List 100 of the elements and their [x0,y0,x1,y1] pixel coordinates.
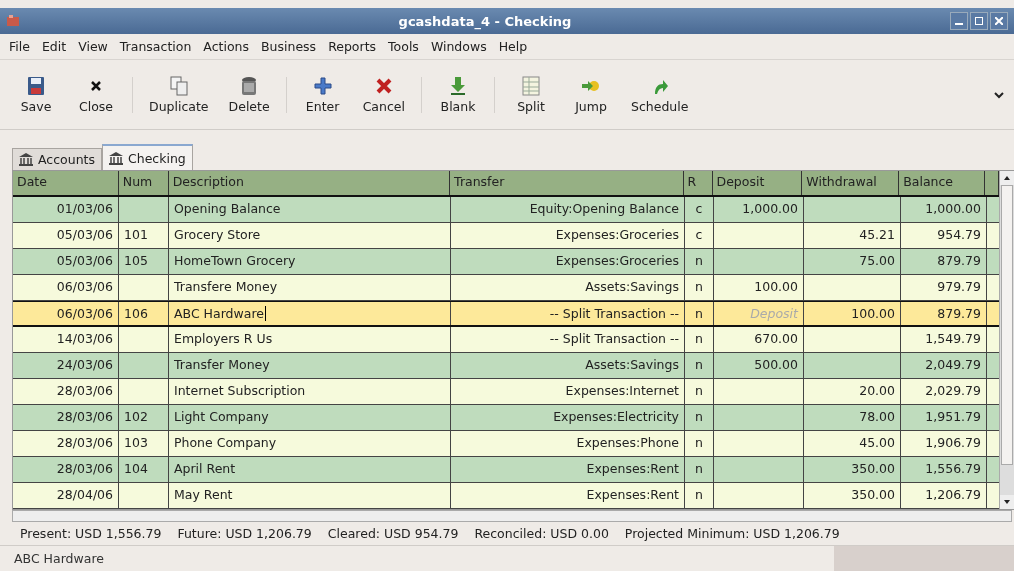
table-cell: 879.79 [937,306,981,321]
vertical-scrollbar[interactable] [999,171,1014,509]
table-cell: Opening Balance [174,201,281,216]
menu-item[interactable]: Tools [383,39,426,54]
table-cell: 45.00 [859,435,895,450]
table-cell: 102 [124,409,148,424]
copy-pages-icon [167,75,190,97]
split-button[interactable]: Split [501,70,561,119]
menu-item[interactable]: Edit [36,39,74,54]
column-header[interactable]: R [683,171,713,195]
table-cell: Internet Subscription [174,383,306,398]
maximize-button[interactable] [970,12,988,30]
column-header[interactable]: Withdrawal [802,171,900,195]
table-cell: 1,906.79 [925,435,981,450]
menu-item[interactable]: Actions [198,39,256,54]
table-cell: 103 [124,435,148,450]
table-cell: 1,556.79 [925,461,981,476]
table-cell: 75.00 [859,253,895,268]
table-cell: n [695,306,703,321]
column-header[interactable]: Transfer [450,171,684,195]
column-header[interactable]: Date [13,171,119,195]
column-header[interactable]: Balance [899,171,985,195]
save-button[interactable]: Save [6,70,66,119]
table-cell: n [695,253,703,268]
menu-item[interactable]: Reports [323,39,384,54]
close-button[interactable] [990,12,1008,30]
table-cell: Expenses:Groceries [555,227,679,242]
duplicate-button[interactable]: Duplicate [139,70,219,119]
table-cell: 1,951.79 [925,409,981,424]
table-cell: Expenses:Phone [576,435,679,450]
column-header[interactable]: Description [168,171,451,195]
tab[interactable]: Checking [102,144,193,170]
schedule-button[interactable]: Schedule [621,70,699,119]
table-cell: May Rent [174,487,233,502]
close-button[interactable]: Close [66,70,126,119]
menu-item[interactable]: Transaction [114,39,199,54]
table-icon [520,75,542,97]
horizontal-scrollbar[interactable] [12,510,1012,522]
delete-button[interactable]: Delete [218,70,280,119]
menu-item[interactable]: Business [256,39,324,54]
plus-icon [311,75,334,97]
tab[interactable]: Accounts [12,148,102,170]
table-cell: 20.00 [859,383,895,398]
bank-icon [109,151,123,165]
table-cell: 500.00 [754,357,798,372]
minimize-button[interactable] [950,12,968,30]
table-cell: Expenses:Rent [586,487,679,502]
table-cell: 101 [124,227,148,242]
menu-item[interactable]: View [73,39,115,54]
chevron-down-icon[interactable] [994,90,1004,99]
summary-text: Future: USD 1,206.79 [177,526,312,543]
table-cell: 2,049.79 [925,357,981,372]
status-text: ABC Hardware [14,551,104,566]
jump-button[interactable]: Jump [561,70,621,119]
table-cell: Assets:Savings [585,279,679,294]
scroll-up-icon[interactable] [1000,171,1014,185]
table-cell: 100.00 [754,279,798,294]
menu-item[interactable]: File [4,39,37,54]
scroll-down-icon[interactable] [1000,495,1014,509]
table-cell: 05/03/06 [56,253,113,268]
table-cell: -- Split Transaction -- [549,331,679,346]
enter-button[interactable]: Enter [292,70,353,119]
cancel-button[interactable]: Cancel [352,70,415,119]
table-cell: Expenses:Rent [586,461,679,476]
table-cell: ABC Hardware [174,306,266,321]
table-cell: -- Split Transaction -- [549,306,679,321]
table-cell: Light Company [174,409,269,424]
maximize-icon [975,17,983,25]
table-cell: Transfere Money [174,279,278,294]
table-cell: n [695,279,703,294]
table-cell: 1,549.79 [925,331,981,346]
table-cell: 1,000.00 [925,201,981,216]
column-header[interactable]: Num [118,171,169,195]
blank-button[interactable]: Blank [428,70,488,119]
table-cell: n [695,383,703,398]
table-cell: 104 [124,461,148,476]
summary-text: Present: USD 1,556.79 [20,526,162,543]
app-icon [6,15,20,27]
table-cell: Equity:Opening Balance [529,201,679,216]
table-cell: Expenses:Electricity [553,409,679,424]
table-cell: 78.00 [859,409,895,424]
table-cell: n [695,409,703,424]
window-title: gcashdata_4 - Checking [397,13,573,29]
table-cell: 350.00 [851,487,895,502]
summary-text: Projected Minimum: USD 1,206.79 [624,526,840,543]
table-cell: Expenses:Internet [565,383,679,398]
table-cell: 670.00 [754,331,798,346]
bank-icon [19,153,33,166]
menu-item[interactable]: Windows [425,39,494,54]
table-cell: 05/03/06 [56,227,113,242]
column-header[interactable]: Deposit [712,171,803,195]
table-cell: 954.79 [937,227,981,242]
table-cell: 105 [124,253,148,268]
table-cell: April Rent [174,461,236,476]
table-cell: 28/03/06 [56,461,113,476]
table-cell: 28/03/06 [56,435,113,450]
table-cell: 06/03/06 [56,279,113,294]
table-cell: Grocery Store [174,227,261,242]
menu-item[interactable]: Help [493,39,535,54]
table-cell: HomeTown Grocery [174,253,296,268]
